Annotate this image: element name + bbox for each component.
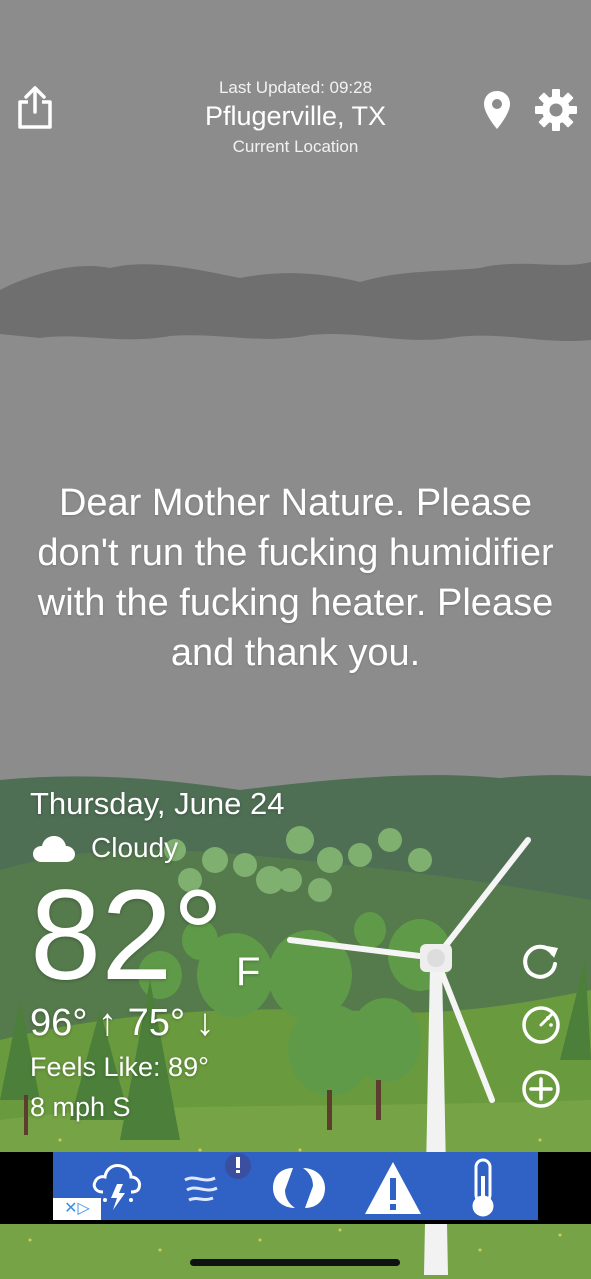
location-button[interactable] [482, 89, 512, 131]
gear-icon [535, 89, 577, 131]
custom-message: Dear Mother Nature. Please don't run the… [37, 482, 554, 674]
home-indicator [190, 1259, 400, 1266]
add-icon [522, 1070, 560, 1108]
thermometer-icon [472, 1158, 494, 1217]
radar-icon [522, 1006, 560, 1044]
temperature-unit[interactable]: F [236, 950, 260, 995]
refresh-button[interactable] [520, 940, 562, 982]
ad-banner[interactable] [53, 1152, 538, 1220]
location-pin-icon [484, 91, 510, 129]
feels-like-text: Feels Like: 89° [30, 1052, 209, 1082]
date-label: Thursday, June 24 [30, 786, 285, 821]
location-subtitle: Current Location [232, 137, 359, 156]
high-low-temperature: 96° ↑ 75° ↓ [30, 1002, 215, 1044]
current-temperature: 82° [30, 864, 224, 1007]
wind-text: 8 mph S [30, 1092, 131, 1122]
warning-icon [365, 1162, 421, 1214]
hurricane-icon [273, 1168, 325, 1208]
settings-button[interactable] [534, 88, 578, 132]
storm-icon [92, 1164, 141, 1210]
radar-button[interactable] [520, 1004, 562, 1046]
condition-label: Cloudy [91, 832, 179, 863]
refresh-icon [523, 944, 558, 979]
ad-choices-badge[interactable]: ✕▷ [53, 1198, 101, 1220]
add-location-button[interactable] [520, 1068, 562, 1110]
wind-alert-icon [184, 1153, 251, 1202]
